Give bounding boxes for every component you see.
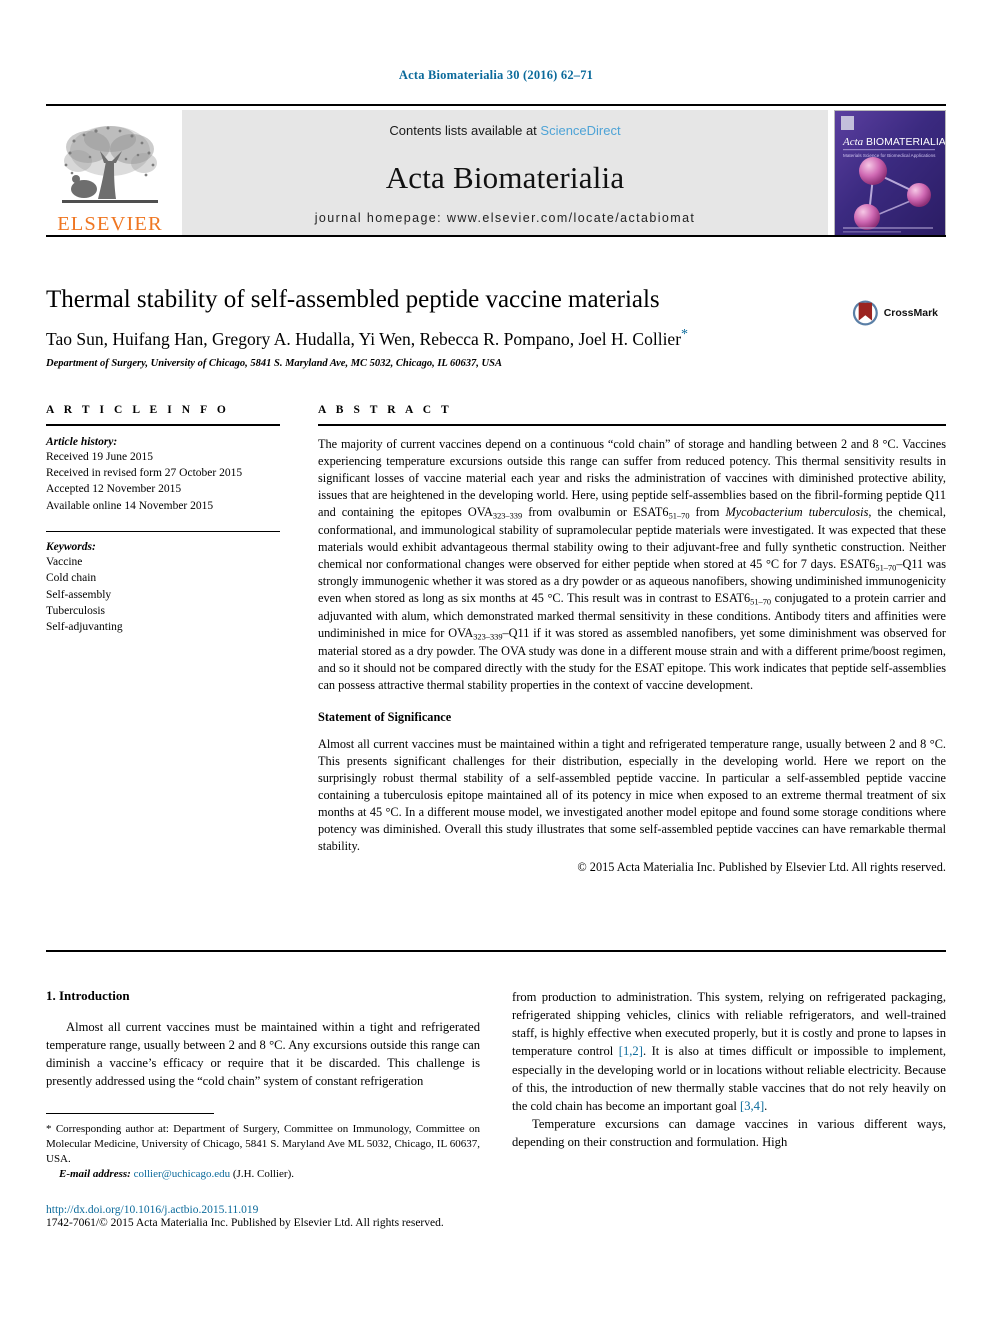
contents-prefix: Contents lists available at xyxy=(389,123,541,138)
article-title: Thermal stability of self-assembled pept… xyxy=(46,286,660,313)
introduction-paragraph-left: Almost all current vaccines must be main… xyxy=(46,1020,480,1089)
copyright-line: © 2015 Acta Materialia Inc. Published by… xyxy=(577,860,946,875)
body-column-right: from production to administration. This … xyxy=(512,988,946,1288)
crossmark-label: CrossMark xyxy=(883,307,938,319)
abstract-column: A B S T R A C T The majority of current … xyxy=(298,404,946,875)
history-online: Available online 14 November 2015 xyxy=(46,499,214,512)
email-suffix: (J.H. Collier). xyxy=(230,1168,294,1181)
svg-text:Materials Science for Biomedic: Materials Science for Biomedical Applica… xyxy=(843,153,936,158)
introduction-paragraph-right-1: from production to administration. This … xyxy=(512,988,946,1115)
keywords-label: Keywords: xyxy=(46,540,96,553)
elsevier-tree-icon xyxy=(54,121,166,213)
citation-ref-1[interactable]: [1,2] xyxy=(619,1044,643,1058)
doi-link[interactable]: http://dx.doi.org/10.1016/j.actbio.2015.… xyxy=(46,1204,480,1216)
journal-homepage-link[interactable]: journal homepage: www.elsevier.com/locat… xyxy=(182,211,828,225)
sciencedirect-link[interactable]: ScienceDirect xyxy=(540,123,620,138)
corresponding-author-footnote: * Corresponding author at: Department of… xyxy=(46,1122,480,1183)
history-revised: Received in revised form 27 October 2015 xyxy=(46,466,243,479)
body-column-left: 1. Introduction Almost all current vacci… xyxy=(46,988,480,1288)
svg-text:BIOMATERIALIA: BIOMATERIALIA xyxy=(866,136,946,148)
history-received: Received 19 June 2015 xyxy=(46,450,153,463)
title-block: CrossMark Thermal stability of self-asse… xyxy=(46,286,946,369)
abstract-italic-species: Mycobacterium tuberculosis xyxy=(725,504,869,519)
author-affiliation: Department of Surgery, University of Chi… xyxy=(46,357,502,369)
footnote-rule xyxy=(46,1112,214,1114)
issn-copyright-line: 1742-7061/© 2015 Acta Materialia Inc. Pu… xyxy=(46,1217,444,1230)
keyword-item: Self-assembly xyxy=(46,588,112,601)
doi-block: http://dx.doi.org/10.1016/j.actbio.2015.… xyxy=(46,1204,480,1229)
crossmark-badge[interactable]: CrossMark xyxy=(852,284,938,342)
abstract-rule xyxy=(318,424,946,426)
masthead-top-rule xyxy=(46,104,946,106)
keyword-item: Vaccine xyxy=(46,555,83,568)
keywords-block: Keywords: Vaccine Cold chain Self-assemb… xyxy=(46,530,280,636)
abstract-part-2: from ovalbumin or ESAT6 xyxy=(522,504,669,519)
running-head: Acta Biomaterialia 30 (2016) 62–71 xyxy=(398,68,594,82)
introduction-paragraph-right-2: Temperature excursions can damage vaccin… xyxy=(512,1116,946,1149)
masthead-center-panel: Contents lists available at ScienceDirec… xyxy=(182,110,828,236)
keyword-item: Tuberculosis xyxy=(46,604,105,617)
history-accepted: Accepted 12 November 2015 xyxy=(46,483,182,496)
crossmark-icon xyxy=(852,300,878,326)
email-label: E-mail address: xyxy=(59,1168,131,1181)
article-history-label: Article history: xyxy=(46,435,118,448)
article-info-heading: A R T I C L E I N F O xyxy=(46,404,230,416)
journal-cover-thumbnail: Acta BIOMATERIALIA Materials Science for… xyxy=(834,110,946,236)
abstract-heading: A B S T R A C T xyxy=(318,404,453,416)
keywords-rule xyxy=(46,530,280,532)
elsevier-logo: ELSEVIER xyxy=(46,110,174,236)
corresponding-author-marker[interactable]: * xyxy=(681,327,688,342)
abstract-paragraph: The majority of current vaccines depend … xyxy=(318,436,946,695)
abstract-sub-1: 323–339 xyxy=(492,510,523,520)
band-bottom-rule xyxy=(46,950,946,952)
journal-article-page: Acta Biomaterialia 30 (2016) 62–71 ELSEV… xyxy=(0,0,992,1323)
email-link[interactable]: collier@uchicago.edu xyxy=(134,1168,231,1180)
footnote-address: Corresponding author at: Department of S… xyxy=(46,1122,480,1165)
masthead-bottom-rule xyxy=(46,235,946,237)
abstract-sub-2: 51–70 xyxy=(668,510,690,520)
section-heading-introduction: 1. Introduction xyxy=(46,988,130,1003)
elsevier-wordmark: ELSEVIER xyxy=(57,212,163,235)
body-columns: 1. Introduction Almost all current vacci… xyxy=(46,988,946,1288)
email-line: E-mail address: collier@uchicago.edu (J.… xyxy=(46,1167,480,1182)
contents-available-line: Contents lists available at ScienceDirec… xyxy=(389,123,620,138)
abstract-sub-5: 323–339 xyxy=(473,632,503,642)
citation-ref-2[interactable]: [3,4] xyxy=(740,1099,764,1113)
svg-text:Acta: Acta xyxy=(842,136,864,148)
keyword-item: Cold chain xyxy=(46,572,97,585)
abstract-sub-3: 51–70 xyxy=(875,562,897,572)
journal-masthead: ELSEVIER Contents lists available at Sci… xyxy=(46,104,946,237)
statement-of-significance-text: Almost all current vaccines must be main… xyxy=(318,737,946,854)
abstract-part-3: from xyxy=(689,504,726,519)
author-names: Tao Sun, Huifang Han, Gregory A. Hudalla… xyxy=(46,328,682,349)
statement-of-significance-heading: Statement of Significance xyxy=(318,710,452,725)
abstract-sub-4: 51–70 xyxy=(750,597,772,607)
journal-title: Acta Biomaterialia xyxy=(385,160,625,195)
article-info-column: A R T I C L E I N F O Article history: R… xyxy=(46,404,298,875)
author-list: Tao Sun, Huifang Han, Gregory A. Hudalla… xyxy=(46,327,846,350)
info-abstract-band: A R T I C L E I N F O Article history: R… xyxy=(46,404,946,875)
article-info-rule xyxy=(46,424,280,426)
keyword-item: Self-adjuvanting xyxy=(46,621,123,634)
intro-right-part-3: . xyxy=(764,1098,768,1113)
